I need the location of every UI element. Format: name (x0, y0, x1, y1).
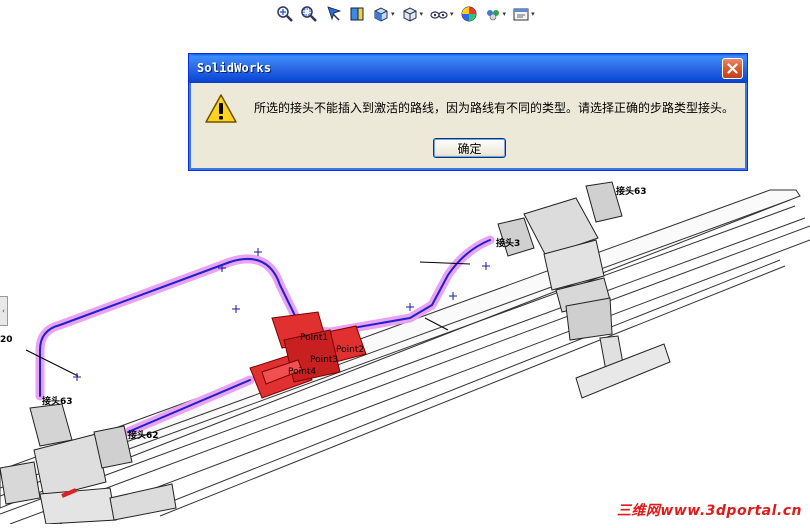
dropdown-arrow-icon: ▾ (450, 10, 454, 18)
fitting-label-bottom-left: 接头63 (42, 395, 73, 407)
previous-view-icon (327, 6, 342, 21)
chevron-left-icon: ‹ (2, 307, 5, 315)
hide-show-items-icon (430, 11, 448, 19)
warning-icon (205, 94, 237, 123)
section-view-button[interactable] (346, 4, 368, 24)
apply-scene-icon (486, 10, 499, 21)
view-settings-button[interactable]: ▾ (510, 4, 537, 24)
close-icon (727, 63, 738, 74)
zoom-to-fit-button[interactable] (274, 4, 296, 24)
point-label-3: Point3 (310, 355, 338, 365)
dimension-label-partial: 20 (0, 335, 13, 345)
dialog-titlebar[interactable]: SolidWorks (189, 54, 747, 83)
section-view-icon (350, 7, 364, 21)
heads-up-view-toolbar: ▾ ▾ ▾ ▾ ▾ (274, 3, 537, 25)
point-label-1: Point1 (300, 333, 328, 343)
dropdown-arrow-icon: ▾ (419, 10, 424, 18)
view-orientation-icon (374, 7, 388, 22)
feature-tree-flyout-toggle[interactable]: ‹ (0, 296, 8, 326)
view-orientation-button[interactable]: ▾ (370, 4, 397, 24)
dropdown-arrow-icon: ▾ (391, 10, 395, 18)
warning-dialog: SolidWorks 所选的接头不能插入到激活的路线，因为路线有不同的类型。请选… (188, 53, 748, 171)
edit-appearance-button[interactable] (458, 4, 480, 24)
zoom-to-fit-icon (277, 6, 293, 22)
ok-button[interactable]: 确定 (433, 138, 506, 158)
hide-show-items-button[interactable]: ▾ (427, 4, 456, 24)
previous-view-button[interactable] (322, 4, 344, 24)
close-button[interactable] (722, 58, 743, 79)
dialog-body: 所选的接头不能插入到激活的路线，因为路线有不同的类型。请选择正确的步路类型接头。… (192, 83, 744, 167)
display-style-icon (403, 7, 417, 22)
watermark: 三维网www.3dportal.cn (616, 503, 802, 519)
apply-scene-button[interactable]: ▾ (482, 4, 509, 24)
display-style-button[interactable]: ▾ (399, 4, 426, 24)
mounting-rail (0, 189, 810, 525)
point-label-2: Point2 (336, 345, 364, 355)
point-label-4: Point4 (288, 367, 316, 377)
fitting-label-top-right: 接头63 (616, 185, 647, 197)
dropdown-arrow-icon: ▾ (502, 10, 507, 18)
edit-appearance-icon (461, 6, 477, 22)
dropdown-arrow-icon: ▾ (531, 10, 535, 18)
view-settings-icon (513, 8, 529, 21)
dialog-message: 所选的接头不能插入到激活的路线，因为路线有不同的类型。请选择正确的步路类型接头。 (254, 101, 735, 115)
fitting-label-top-left: 接头3 (496, 237, 520, 249)
fitting-label-bottom-right: 接头62 (128, 429, 159, 441)
dialog-title: SolidWorks (197, 61, 272, 75)
zoom-to-area-icon (301, 6, 317, 22)
zoom-to-area-button[interactable] (298, 4, 320, 24)
